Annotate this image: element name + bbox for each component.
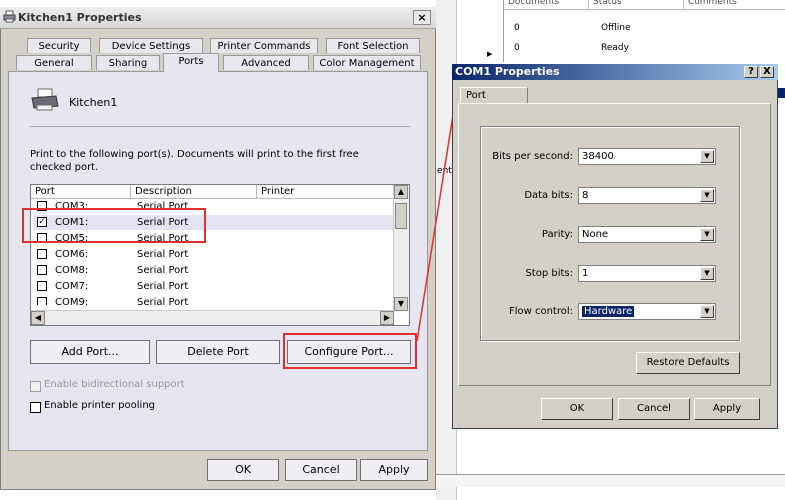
close-button[interactable]: × (413, 10, 431, 25)
chevron-down-icon[interactable]: ▼ (700, 150, 714, 163)
pooling-checkbox[interactable] (30, 402, 41, 413)
delete-port-button[interactable]: Delete Port (156, 340, 280, 364)
stop-bits-label: Stop bits: (525, 268, 573, 279)
apply-button[interactable]: Apply (360, 459, 428, 481)
port-checkbox[interactable] (37, 297, 47, 305)
port-checkbox[interactable] (37, 265, 47, 275)
row-documents: 0 (514, 23, 520, 33)
bits-per-second-value: 38400 (582, 151, 614, 162)
tab-general[interactable]: General (16, 55, 92, 70)
scroll-right-icon[interactable]: ▶ (380, 311, 394, 325)
tab-printer-commands[interactable]: Printer Commands (210, 38, 318, 53)
bidirectional-checkbox[interactable] (30, 381, 41, 392)
horizontal-scrollbar[interactable]: ◀ ▶ (31, 310, 394, 325)
port-name: COM9: (55, 297, 89, 305)
port-description: Serial Port (137, 297, 189, 305)
background-printer-table: Documents Status Comments 0 Offline 0 Re… (503, 0, 785, 62)
data-bits-value: 8 (582, 190, 589, 201)
stop-bits-value: 1 (582, 268, 589, 279)
port-checkbox[interactable] (37, 249, 47, 259)
row-status: Offline (601, 23, 631, 33)
scroll-left-icon[interactable]: ◀ (31, 311, 45, 325)
list-item[interactable]: COM8: Serial Port (33, 263, 397, 278)
tab-sharing[interactable]: Sharing (96, 55, 160, 70)
tab-ports[interactable]: Ports (163, 53, 219, 72)
chevron-down-icon[interactable]: ▼ (700, 189, 714, 202)
column-header-description[interactable]: Description (131, 185, 257, 199)
cancel-button[interactable]: Cancel (285, 459, 357, 481)
port-description: Serial Port (137, 249, 189, 260)
add-port-button[interactable]: Add Port... (30, 340, 150, 364)
column-header-comments[interactable]: Comments (684, 0, 785, 10)
port-name: COM8: (55, 265, 89, 276)
port-name: COM7: (55, 281, 89, 292)
flow-control-value: Hardware (582, 306, 635, 317)
column-header-port[interactable]: Port (31, 185, 131, 199)
tab-security[interactable]: Security (27, 38, 91, 53)
dialog-title: Kitchen1 Properties (18, 11, 142, 24)
cancel-button[interactable]: Cancel (618, 398, 690, 420)
help-button[interactable]: ? (744, 66, 758, 78)
chevron-down-icon[interactable]: ▼ (700, 305, 714, 318)
column-header-documents[interactable]: Documents (504, 0, 589, 10)
port-checkbox[interactable] (37, 281, 47, 291)
chevron-down-icon[interactable]: ▼ (700, 228, 714, 241)
list-item[interactable]: COM6: Serial Port (33, 247, 397, 262)
column-header-status[interactable]: Status (589, 0, 684, 10)
printer-name: Kitchen1 (69, 96, 118, 109)
bits-per-second-select[interactable]: 38400 ▼ (578, 148, 716, 165)
vertical-scrollbar[interactable]: ▲ ▼ (393, 185, 409, 311)
tab-color-management[interactable]: Color Management (313, 55, 421, 70)
ok-button[interactable]: OK (541, 398, 613, 420)
scroll-arrow-icon[interactable]: ▶ (487, 50, 492, 58)
chevron-down-icon[interactable]: ▼ (700, 267, 714, 280)
divider (30, 126, 410, 127)
port-description: Serial Port (137, 281, 189, 292)
background-status-bar (436, 474, 785, 487)
port-description: Serial Port (137, 265, 189, 276)
printer-icon (3, 10, 16, 23)
pooling-label: Enable printer pooling (44, 400, 156, 411)
stop-bits-select[interactable]: 1 ▼ (578, 265, 716, 282)
tab-advanced[interactable]: Advanced (223, 55, 309, 70)
row-status: Ready (601, 43, 629, 53)
close-button[interactable]: X (760, 66, 774, 78)
printer-icon (31, 88, 59, 111)
parity-select[interactable]: None ▼ (578, 226, 716, 243)
list-item[interactable]: COM9: Serial Port (33, 295, 397, 305)
parity-label: Parity: (541, 229, 573, 240)
parity-value: None (582, 229, 609, 240)
list-item[interactable]: COM7: Serial Port (33, 279, 397, 294)
scroll-thumb[interactable] (395, 203, 407, 229)
restore-defaults-button[interactable]: Restore Defaults (636, 352, 740, 374)
highlight-com1 (22, 208, 206, 243)
bits-per-second-label: Bits per second: (492, 151, 573, 162)
dialog-title: COM1 Properties (455, 65, 560, 78)
port-list[interactable]: Port Description Printer COM3: Serial Po… (30, 184, 410, 326)
data-bits-select[interactable]: 8 ▼ (578, 187, 716, 204)
tab-port-settings[interactable]: Port Settings (460, 87, 528, 116)
ok-button[interactable]: OK (207, 459, 279, 481)
scroll-up-icon[interactable]: ▲ (394, 185, 408, 199)
column-header-printer[interactable]: Printer (257, 185, 395, 199)
bidirectional-label: Enable bidirectional support (44, 379, 185, 390)
port-name: COM6: (55, 249, 89, 260)
instruction-text: Print to the following port(s). Document… (30, 149, 359, 173)
scroll-down-icon[interactable]: ▼ (394, 297, 408, 311)
flow-control-label: Flow control: (508, 306, 573, 317)
highlight-configure-port (283, 333, 417, 369)
apply-button[interactable]: Apply (694, 398, 760, 420)
data-bits-label: Data bits: (524, 190, 573, 201)
row-documents: 0 (514, 43, 520, 53)
tab-font-selection[interactable]: Font Selection (326, 38, 420, 53)
flow-control-select[interactable]: Hardware ▼ (578, 303, 716, 320)
tab-device-settings[interactable]: Device Settings (99, 38, 203, 53)
